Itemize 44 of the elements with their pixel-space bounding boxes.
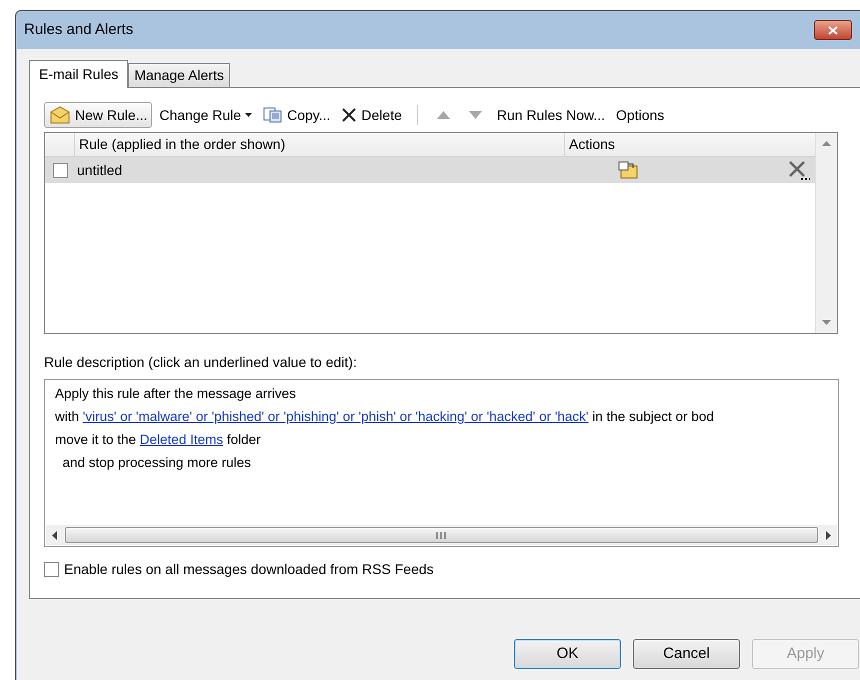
tab[interactable]: Manage Alerts [128,63,230,87]
rule-name: untitled [76,160,124,180]
rule-description-label: Rule description (click an underlined value to edit): [44,353,358,372]
new-rule-button[interactable]: New Rule... [44,102,152,128]
change-rule-menu[interactable]: Change Rule [155,102,256,128]
vertical-scrollbar[interactable] [815,133,837,333]
scroll-right-icon[interactable] [826,530,831,540]
dialog-button[interactable]: OK [514,639,621,669]
column-header[interactable]: Rule (applied in the order shown) [75,133,565,156]
down-triangle-icon [468,111,482,119]
dialog-button[interactable]: Cancel [633,639,740,669]
rule-checkbox[interactable] [52,162,68,178]
rule-description-text: with [55,409,80,424]
rule-row[interactable]: untitled [45,157,815,183]
rule-description-text: folder [226,432,261,447]
close-icon [828,26,838,34]
horizontal-scrollbar[interactable] [46,525,837,545]
copy-icon [263,107,284,123]
envelope-arrow-icon [617,160,639,180]
tab[interactable]: E-mail Rules [29,60,128,88]
scroll-left-icon[interactable] [52,530,57,540]
rule-description-text: Apply this rule after the message arrives [55,386,296,401]
rss-option-label: Enable rules on all messages downloaded from RSS Feeds [64,560,434,579]
copy-button[interactable]: Copy... [259,102,334,128]
envelope-icon [49,106,71,124]
delete-button[interactable]: Delete [337,102,406,128]
scroll-up-icon[interactable] [822,141,831,146]
toolbar-button[interactable]: Options [612,102,668,128]
close-icon [341,107,358,123]
rule-value-link[interactable]: 'virus' or 'malware' or 'phished' or 'phishing' or 'phish' or 'hacking' or 'hacked' or 'hack' [82,409,588,424]
toolbar-button[interactable]: Run Rules Now... [492,102,610,128]
rss-checkbox[interactable] [44,562,59,577]
scroll-down-icon[interactable] [822,320,831,325]
rule-description-text: move it to the [55,432,138,447]
window-title: Rules and Alerts [24,20,134,40]
up-triangle-icon [436,111,450,119]
tools-icon [787,159,811,181]
close-button[interactable] [814,20,852,40]
caret-icon [245,113,252,117]
grip-icon [436,532,447,538]
rule-description-text: and stop processing more rules [62,455,251,470]
column-header[interactable]: Actions [565,133,619,156]
rule-description-text: in the subject or bod [591,409,714,424]
rule-value-link[interactable]: Deleted Items [140,432,224,447]
